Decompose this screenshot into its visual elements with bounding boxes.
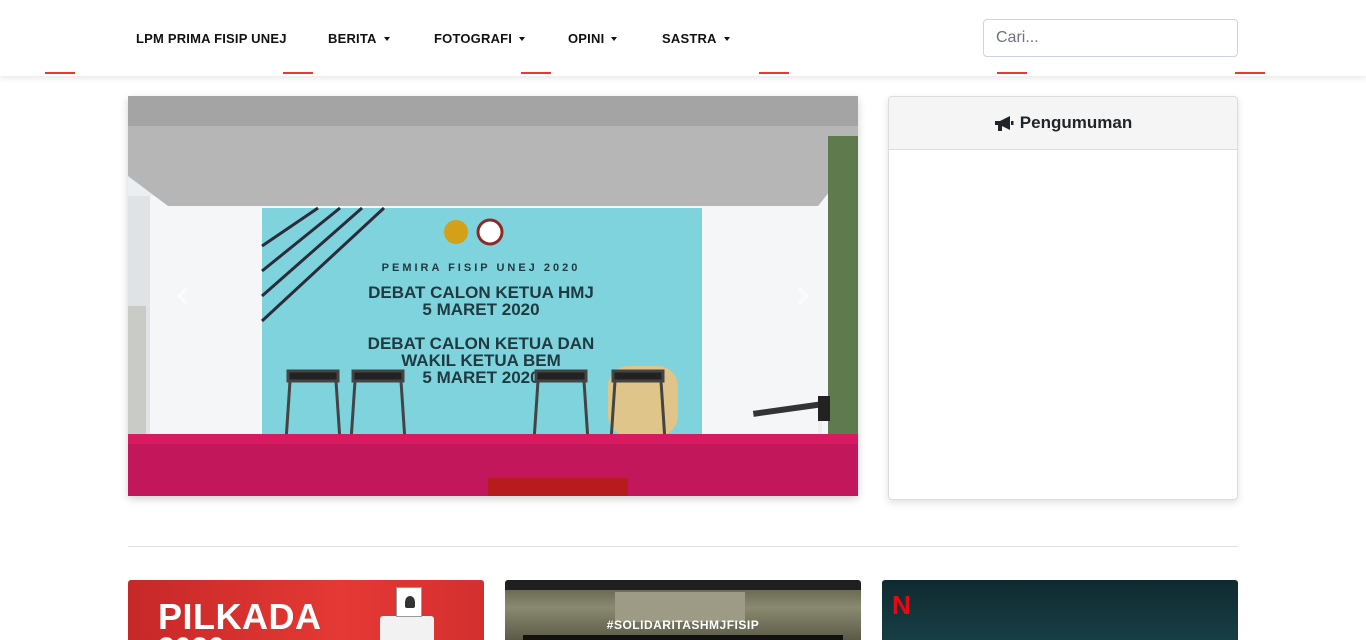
netflix-logo-icon: N — [892, 590, 911, 620]
decorative-flag-strip — [1235, 72, 1265, 76]
post-thumbnail[interactable]: N — [882, 580, 1238, 640]
ballot-box-icon — [380, 616, 434, 640]
carousel-prev-button[interactable] — [163, 276, 203, 316]
nav-sastra-dropdown[interactable]: SASTRA — [662, 31, 730, 46]
search-input[interactable] — [983, 19, 1238, 57]
carousel-next-button[interactable] — [783, 276, 823, 316]
announcement-card-body — [889, 150, 1237, 499]
nav-fotografi-label: FOTOGRAFI — [434, 31, 513, 46]
brand-link[interactable]: LPM PRIMA FISIP UNEJ — [136, 31, 287, 46]
megaphone-icon — [994, 115, 1014, 131]
banner-line: 5 MARET 2020 — [422, 300, 539, 319]
caret-down-icon — [383, 37, 390, 41]
thumb-hashtag-text: #SOLIDARITASHMJFISIP — [606, 618, 760, 632]
announcement-card: Pengumuman — [888, 96, 1238, 500]
banner-line: PEMIRA FISIP UNEJ 2020 — [382, 262, 581, 274]
nav-opini-label: OPINI — [568, 31, 605, 46]
thumb-caption-bar — [523, 635, 843, 640]
top-navbar: LPM PRIMA FISIP UNEJ BERITA FOTOGRAFI OP… — [0, 0, 1366, 76]
nav-berita-dropdown[interactable]: BERITA — [328, 31, 390, 46]
post-thumbnail[interactable]: PILKADA 2020 — [128, 580, 484, 640]
decorative-flag-strip — [997, 72, 1027, 76]
nav-sastra-label: SASTRA — [662, 31, 717, 46]
decorative-flag-strip — [521, 72, 551, 76]
banner-line: 5 MARET 2020 — [422, 368, 539, 387]
nav-opini-dropdown[interactable]: OPINI — [568, 31, 618, 46]
featured-carousel[interactable]: PEMIRA FISIP UNEJ 2020 DEBAT CALON KETUA… — [128, 96, 858, 496]
chevron-left-icon — [176, 286, 189, 306]
section-divider — [128, 546, 1238, 547]
announcement-title: Pengumuman — [1019, 113, 1133, 132]
decorative-flag-strip — [759, 72, 789, 76]
nav-fotografi-dropdown[interactable]: FOTOGRAFI — [434, 31, 526, 46]
announcement-card-header: Pengumuman — [889, 97, 1237, 150]
carousel-slide-image: PEMIRA FISIP UNEJ 2020 DEBAT CALON KETUA… — [128, 96, 858, 496]
nav-berita-label: BERITA — [328, 31, 377, 46]
caret-down-icon — [611, 37, 618, 41]
thumb-subtitle-text: 2020 — [158, 632, 225, 640]
decorative-flag-strip — [283, 72, 313, 76]
caret-down-icon — [723, 37, 730, 41]
decorative-flag-strip — [45, 72, 75, 76]
chevron-right-icon — [797, 286, 810, 306]
post-thumbnail[interactable]: #SOLIDARITASHMJFISIP — [505, 580, 861, 640]
caret-down-icon — [519, 37, 526, 41]
ballot-paper-icon — [396, 587, 422, 617]
